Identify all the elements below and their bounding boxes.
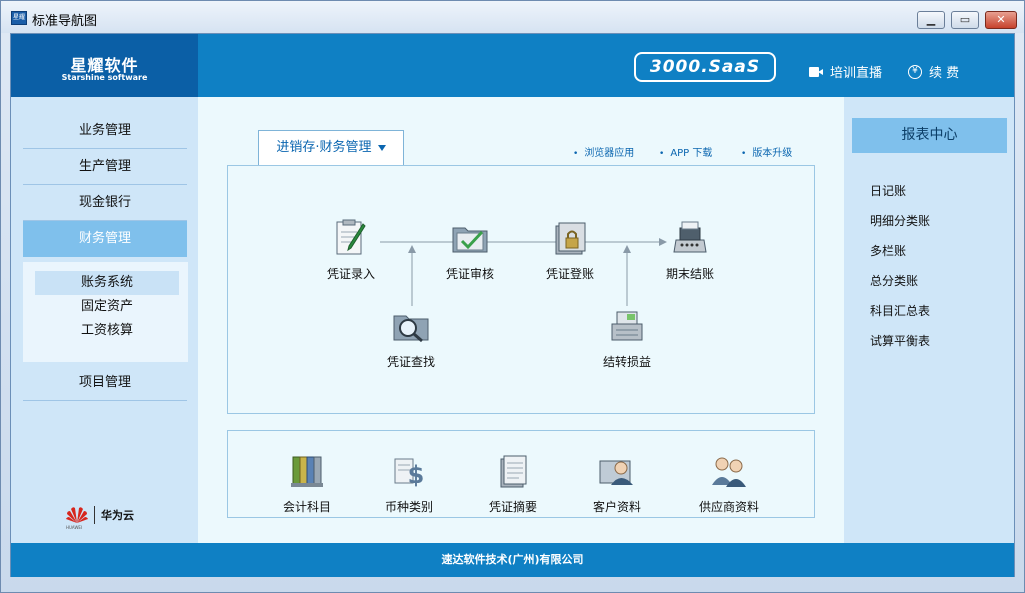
flow-arrows bbox=[380, 238, 667, 306]
workspace: 进销存·财务管理 浏览器应用 APP 下载 版本升级 bbox=[198, 97, 844, 543]
transfer-pl-button[interactable]: 结转损益 bbox=[582, 306, 672, 370]
dollar-document-icon: $ bbox=[394, 458, 425, 489]
maximize-icon: ▭ bbox=[959, 13, 971, 26]
voucher-post-label: 凭证登账 bbox=[545, 267, 594, 281]
version-upgrade-link[interactable]: 版本升级 bbox=[741, 144, 792, 159]
edition-badge[interactable]: 3000.SaaS bbox=[634, 52, 776, 82]
accounts-button[interactable]: 会计科目 bbox=[262, 451, 352, 515]
period-close-button[interactable]: 期末结账 bbox=[645, 218, 735, 282]
nav-item-project[interactable]: 项目管理 bbox=[23, 365, 187, 401]
brand-logo: 星耀软件 Starshine software bbox=[11, 34, 198, 97]
video-camera-icon bbox=[809, 66, 823, 77]
summary-button[interactable]: 凭证摘要 bbox=[468, 451, 558, 515]
clipboard-pen-icon bbox=[336, 219, 366, 255]
suppliers-button[interactable]: 供应商资料 bbox=[684, 451, 774, 515]
calculator-machine-icon bbox=[673, 221, 707, 253]
huawei-petal-icon bbox=[66, 505, 88, 525]
voucher-search-button[interactable]: 凭证查找 bbox=[366, 306, 456, 370]
yen-coin-icon: ¥ bbox=[908, 64, 922, 79]
footer-bar: 速达软件技术(广州)有限公司 bbox=[11, 543, 1014, 577]
voucher-audit-label: 凭证审核 bbox=[445, 267, 494, 281]
training-live-link[interactable]: 培训直播 bbox=[809, 62, 882, 81]
close-icon: ✕ bbox=[996, 13, 1006, 26]
transfer-pl-label: 结转损益 bbox=[602, 355, 651, 369]
report-journal[interactable]: 日记账 bbox=[870, 182, 906, 199]
subitem-accounting[interactable]: 账务系统 bbox=[35, 271, 179, 295]
cash-register-icon bbox=[611, 311, 643, 341]
subitem-fixed-assets[interactable]: 固定资产 bbox=[35, 295, 179, 319]
nav-item-production[interactable]: 生产管理 bbox=[23, 149, 187, 185]
main-frame: 星耀软件 Starshine software 3000.SaaS 培训直播 ¥… bbox=[10, 33, 1015, 577]
module-tab-label: 进销存·财务管理 bbox=[276, 140, 372, 155]
browser-app-link[interactable]: 浏览器应用 bbox=[573, 144, 634, 159]
module-tab[interactable]: 进销存·财务管理 bbox=[258, 130, 404, 165]
currency-label: 币种类别 bbox=[384, 500, 433, 514]
customers-button[interactable]: 客户资料 bbox=[572, 451, 662, 515]
window-title: 标准导航图 bbox=[32, 14, 98, 29]
huawei-cloud-logo: 华为云 bbox=[66, 505, 134, 525]
renew-link[interactable]: ¥ 续 费 bbox=[908, 62, 959, 81]
training-live-label: 培训直播 bbox=[830, 66, 883, 81]
folder-lock-icon bbox=[555, 222, 586, 255]
minimize-icon: ▁ bbox=[926, 13, 936, 26]
voucher-search-label: 凭证查找 bbox=[386, 355, 435, 369]
customers-label: 客户资料 bbox=[592, 500, 641, 514]
document-stack-icon bbox=[500, 455, 527, 488]
chevron-down-icon bbox=[377, 144, 386, 151]
app-icon: 星耀 bbox=[11, 11, 27, 25]
app-download-link[interactable]: APP 下载 bbox=[659, 144, 712, 159]
people-group-icon bbox=[712, 457, 746, 487]
voucher-audit-button[interactable]: 凭证审核 bbox=[425, 218, 515, 282]
logo-en-text: Starshine software bbox=[61, 73, 148, 82]
finance-submenu: 账务系统 固定资产 工资核算 bbox=[23, 262, 188, 362]
nav-item-cash-bank[interactable]: 现金银行 bbox=[23, 185, 187, 221]
close-button[interactable]: ✕ bbox=[985, 11, 1017, 29]
huawei-cloud-label: 华为云 bbox=[101, 509, 134, 522]
left-nav: 业务管理 生产管理 现金银行 财务管理 账务系统 固定资产 工资核算 项目管理 bbox=[11, 97, 198, 543]
app-window: 星耀 标准导航图 ▁ ▭ ✕ 星耀软件 Starshine software 3… bbox=[0, 0, 1025, 593]
currency-button[interactable]: $ 币种类别 bbox=[364, 451, 454, 515]
nav-item-finance[interactable]: 财务管理 bbox=[23, 221, 187, 257]
suppliers-label: 供应商资料 bbox=[698, 500, 759, 514]
voucher-post-button[interactable]: 凭证登账 bbox=[525, 218, 615, 282]
logo-divider bbox=[94, 506, 95, 524]
base-data-panel: 会计科目 $ 币种类别 凭证摘要 客户资料 供应商资料 bbox=[227, 430, 815, 518]
huawei-small-text: HUAWEI bbox=[66, 525, 83, 530]
report-center: 报表中心 日记账 明细分类账 多栏账 总分类账 科目汇总表 试算平衡表 bbox=[844, 97, 1014, 543]
customer-card-icon bbox=[599, 460, 633, 485]
summary-label: 凭证摘要 bbox=[488, 500, 537, 514]
period-close-label: 期末结账 bbox=[665, 267, 714, 281]
minimize-button[interactable]: ▁ bbox=[917, 11, 945, 29]
report-subsidiary-ledger[interactable]: 明细分类账 bbox=[870, 212, 930, 229]
report-multicolumn-ledger[interactable]: 多栏账 bbox=[870, 242, 906, 259]
report-general-ledger[interactable]: 总分类账 bbox=[870, 272, 918, 289]
accounts-label: 会计科目 bbox=[282, 500, 331, 514]
report-account-summary[interactable]: 科目汇总表 bbox=[870, 302, 930, 319]
header-bar: 星耀软件 Starshine software 3000.SaaS 培训直播 ¥… bbox=[11, 34, 1014, 97]
report-center-title[interactable]: 报表中心 bbox=[852, 118, 1007, 153]
folder-search-icon bbox=[393, 315, 429, 343]
renew-label: 续 费 bbox=[929, 66, 960, 81]
subitem-payroll[interactable]: 工资核算 bbox=[35, 319, 179, 343]
maximize-button[interactable]: ▭ bbox=[951, 11, 979, 29]
title-bar: 星耀 标准导航图 ▁ ▭ ✕ bbox=[1, 1, 1024, 33]
binders-icon bbox=[291, 456, 323, 487]
nav-item-business[interactable]: 业务管理 bbox=[23, 113, 187, 149]
voucher-entry-label: 凭证录入 bbox=[326, 267, 375, 281]
folder-check-icon bbox=[452, 227, 488, 253]
accounting-flow-panel: 凭证录入 凭证审核 凭证登账 期末结账 凭证查找 结转损益 bbox=[227, 165, 815, 414]
svg-text:$: $ bbox=[408, 461, 425, 489]
report-trial-balance[interactable]: 试算平衡表 bbox=[870, 332, 930, 349]
voucher-entry-button[interactable]: 凭证录入 bbox=[306, 218, 396, 282]
